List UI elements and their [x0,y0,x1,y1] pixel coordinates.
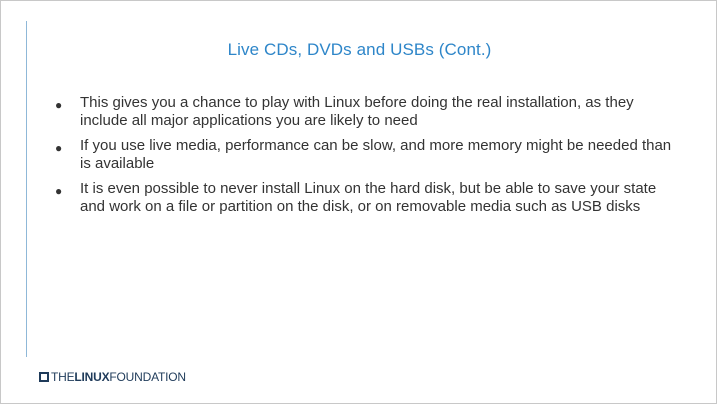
slide-title: Live CDs, DVDs and USBs (Cont.) [227,40,492,59]
bullet-dot-icon: ● [55,184,63,198]
bullet-text: It is even possible to never install Lin… [80,180,657,215]
bullet-item: ● This gives you a chance to play with L… [53,94,683,130]
bullet-list: ● This gives you a chance to play with L… [53,94,683,223]
square-outline-icon [39,372,49,382]
bullet-text: If you use live media, performance can b… [80,137,672,172]
bullet-dot-icon: ● [55,141,63,155]
bullet-dot-icon: ● [55,98,63,112]
bullet-text: This gives you a chance to play with Lin… [80,94,634,129]
logo-word-the: THE [51,370,75,384]
bullet-item: ● It is even possible to never install L… [53,180,683,216]
left-accent-rule [26,21,27,357]
logo-word-foundation: FOUNDATION [109,370,186,384]
slide: Live CDs, DVDs and USBs (Cont.) ● This g… [0,0,717,404]
bullet-item: ● If you use live media, performance can… [53,137,683,173]
logo-word-linux: LINUX [74,370,110,384]
linux-foundation-logo: THE LINUX FOUNDATION [39,370,186,384]
